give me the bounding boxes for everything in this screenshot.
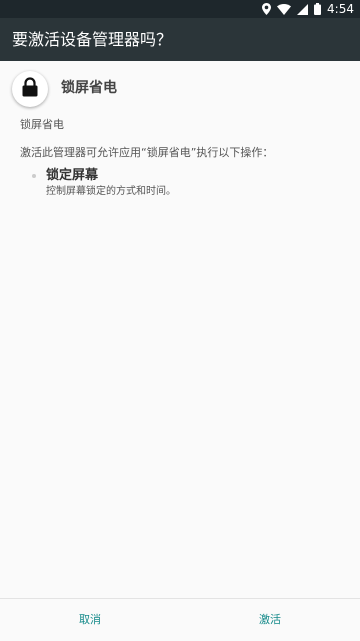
- status-icons: 4:54: [262, 0, 354, 18]
- wifi-icon: [277, 0, 292, 19]
- status-bar: 4:54: [0, 0, 360, 18]
- cancel-button[interactable]: 取消: [0, 599, 180, 641]
- lock-icon: [21, 77, 39, 101]
- admin-description: 锁屏省电: [20, 118, 64, 131]
- battery-icon: [314, 0, 322, 19]
- policy-intro: 激活此管理器可允许应用“锁屏省电”执行以下操作：: [20, 146, 274, 159]
- admin-name: 锁屏省电: [61, 80, 117, 96]
- activate-button[interactable]: 激活: [180, 599, 360, 641]
- status-time: 4:54: [327, 2, 354, 16]
- admin-details: 锁屏省电 锁屏省电 激活此管理器可允许应用“锁屏省电”执行以下操作： 锁定屏幕 …: [0, 61, 360, 598]
- button-bar: 取消 激活: [0, 598, 360, 641]
- policy-title: 锁定屏幕: [46, 168, 99, 183]
- policy-description: 控制屏幕锁定的方式和时间。: [46, 186, 176, 197]
- app-bar: 要激活设备管理器吗？: [0, 18, 360, 61]
- location-icon: [262, 0, 272, 19]
- page-title: 要激活设备管理器吗？: [12, 30, 173, 49]
- bullet-icon: [32, 174, 36, 178]
- signal-icon: [297, 0, 309, 19]
- app-icon: [12, 71, 48, 107]
